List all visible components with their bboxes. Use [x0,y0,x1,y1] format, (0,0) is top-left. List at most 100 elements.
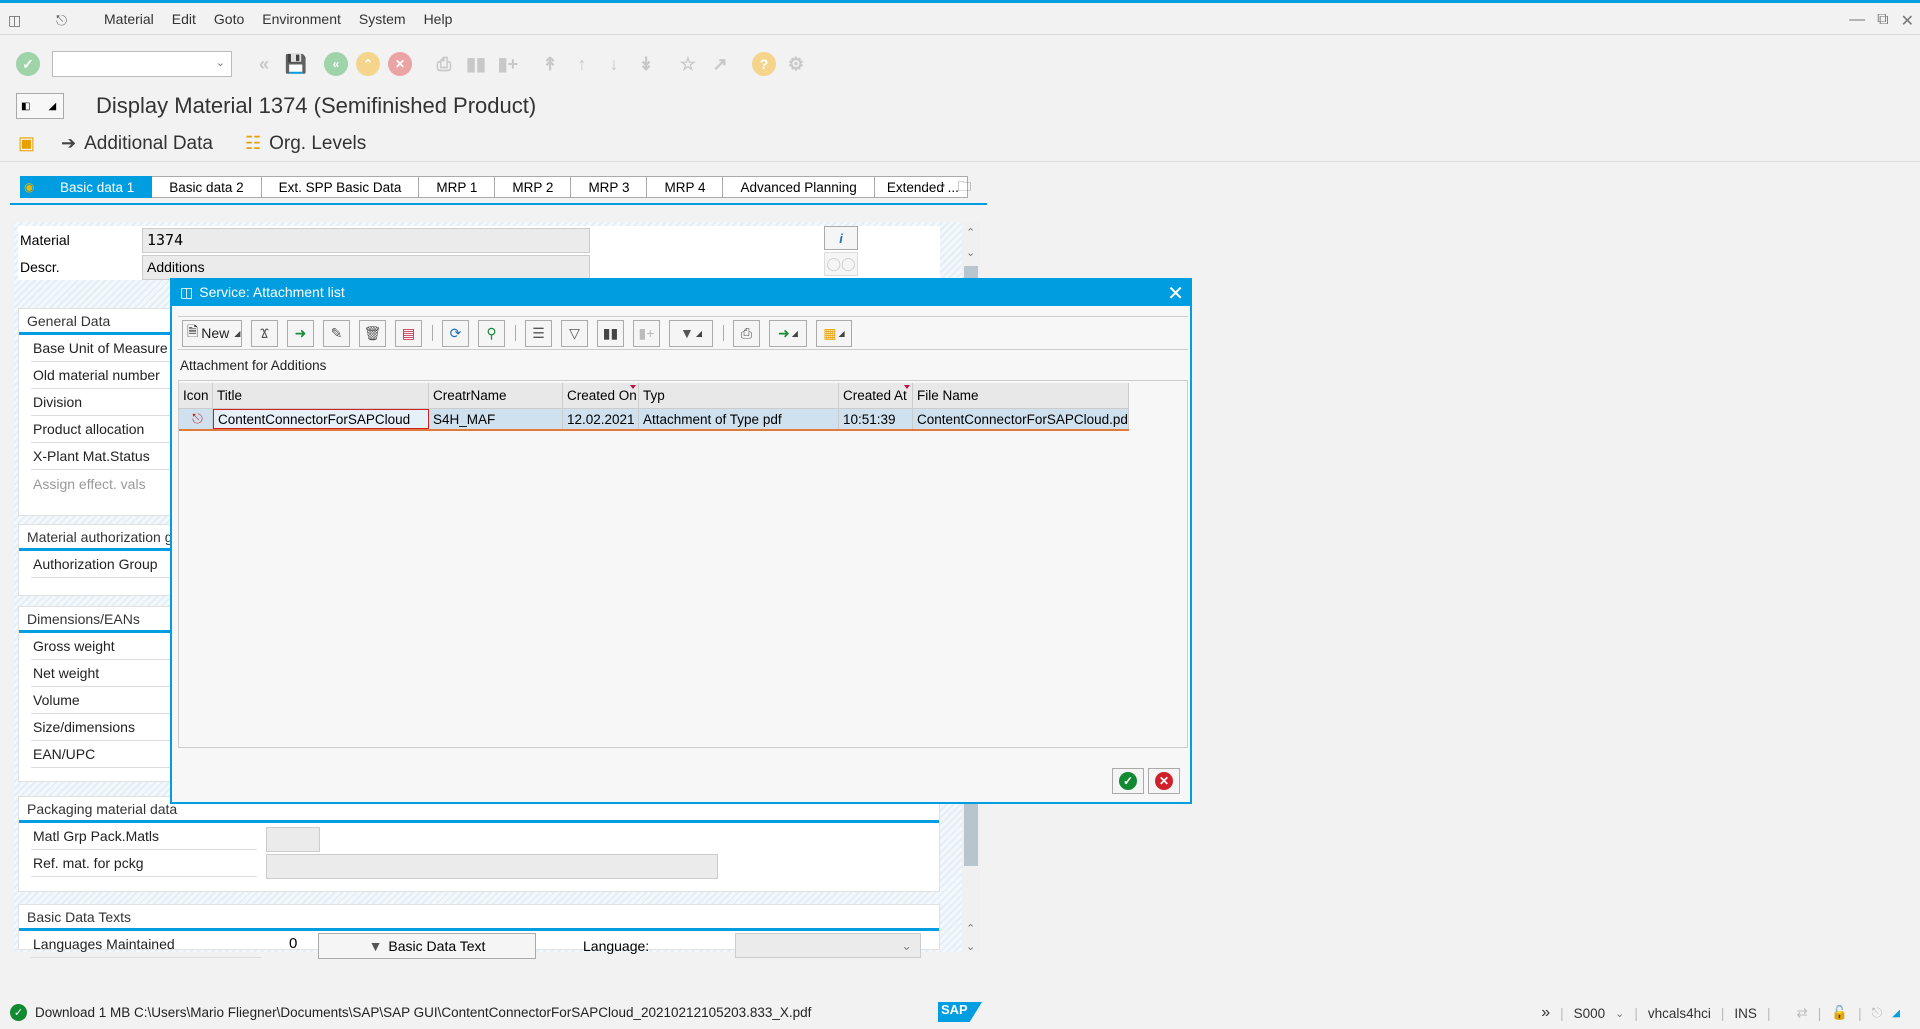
save-icon[interactable]: 💾 [284,52,308,76]
export-button[interactable]: ➜ [287,319,314,347]
last-page-icon[interactable]: ↡ [634,52,658,76]
column-header-title[interactable]: Title [213,383,429,408]
new-session-icon[interactable]: ☆ [676,52,700,76]
created-on-cell[interactable]: 12.02.2021 [563,409,639,429]
cancel-icon[interactable]: ✕ [388,52,412,76]
layout-menu-icon[interactable]: ⎋ [56,12,76,28]
gui-menu-button[interactable]: ◧ ◢ [16,93,64,119]
back-double-icon[interactable]: « [252,52,276,76]
tab-basic-data-1[interactable]: ◉ Basic data 1 [20,176,153,198]
chevron-right-icon[interactable]: › [941,176,946,200]
scroll-up-icon[interactable]: ⌃ [966,226,975,239]
chevron-down-icon[interactable]: ⌄ [1615,1007,1624,1020]
find-icon[interactable]: ▮▮ [464,52,488,76]
settings-gear-icon[interactable]: ⚙ [784,52,808,76]
file-name-cell[interactable]: ContentConnectorForSAPCloud.pdf [913,409,1129,429]
close-icon[interactable]: ✕ [1167,281,1184,306]
material-field[interactable]: 1374 [142,227,590,253]
minimize-icon[interactable]: — [1849,11,1865,31]
export-menu-button[interactable]: ➜ ◢ [769,319,807,347]
exit-icon[interactable]: ⌃ [356,52,380,76]
column-header-file-name[interactable]: File Name [913,383,1129,408]
back-icon[interactable]: « [324,52,348,76]
matl-grp-pack-field[interactable] [266,827,320,852]
menu-help[interactable]: Help [424,11,453,27]
tab-ext-spp-basic-data[interactable]: Ext. SPP Basic Data [261,176,420,198]
close-window-icon[interactable]: ✕ [1901,11,1914,31]
column-header-creator[interactable]: CreatrName [429,383,563,408]
basic-data-text-button[interactable]: ▼ Basic Data Text [318,933,536,959]
other-material-button[interactable]: ▣ [18,133,43,154]
column-header-type[interactable]: Typ [639,383,839,408]
restore-icon[interactable]: ⧉ [1877,11,1888,31]
cancel-button[interactable]: ✕ [1148,768,1180,794]
title-cell[interactable]: ContentConnectorForSAPCloud [213,409,429,429]
confirm-button[interactable]: ✓ [1112,768,1144,794]
shortcut-icon[interactable]: ↗ [708,52,732,76]
description-field[interactable]: Additions [142,254,590,280]
new-button[interactable]: 🗎 New ◢ [182,319,242,347]
display-button[interactable]: Ϫ [251,319,278,347]
find-next-icon[interactable]: ▮+ [496,52,520,76]
basic-data-texts-section: Basic Data Texts Languages Maintained 0 … [18,904,940,959]
attributes-button[interactable]: ▤ [395,319,422,347]
print-button[interactable]: ⎙ [733,319,760,347]
scroll-down-icon[interactable]: ⌄ [966,246,975,259]
menu-material[interactable]: Material [104,11,154,27]
chevron-down-icon[interactable]: ⌄ [216,56,225,69]
sort-descending-button[interactable]: ▽ [561,319,588,347]
next-page-icon[interactable]: ↓ [602,52,626,76]
scroll-down-icon-bottom[interactable]: ⌄ [966,940,975,953]
glasses-icon[interactable]: ◯◯ [824,252,858,276]
find-button[interactable]: ▮▮ [597,319,624,347]
menu-edit[interactable]: Edit [172,11,196,27]
column-header-icon[interactable]: Icon [179,383,213,408]
system-id[interactable]: S000 [1574,1006,1606,1021]
tab-list-icon[interactable]: 🗀 [957,176,971,200]
expand-status-icon[interactable]: » [1541,1004,1550,1022]
column-header-created-at[interactable]: Created At [839,383,913,408]
resize-grip-icon[interactable]: ◢ [1892,1008,1900,1019]
scroll-up-icon-bottom[interactable]: ⌃ [966,922,975,935]
ref-mat-pckg-field[interactable] [266,854,718,879]
tab-mrp-1[interactable]: MRP 1 [419,176,496,198]
layout-button[interactable]: ▦ ◢ [816,319,852,347]
tab-mrp-2[interactable]: MRP 2 [495,176,572,198]
tab-basic-data-2[interactable]: Basic data 2 [152,176,262,198]
chevron-left-icon[interactable]: ‹ [924,176,929,200]
menu-system[interactable]: System [359,11,406,27]
previous-page-icon[interactable]: ↑ [570,52,594,76]
dialog-menu-icon[interactable]: ◫ [180,284,193,301]
input-mode[interactable]: INS [1734,1006,1757,1021]
print-icon[interactable]: ⎙ [432,52,456,76]
details-view-button[interactable]: ⚲ [478,319,505,347]
delete-button[interactable]: 🗑 [359,319,386,347]
type-cell[interactable]: Attachment of Type pdf [639,409,839,429]
tab-mrp-3[interactable]: MRP 3 [571,176,648,198]
status-message[interactable]: Download 1 MB C:\Users\Mario Fliegner\Do… [35,1005,811,1020]
command-field[interactable]: ⌄ [52,51,232,77]
menu-goto[interactable]: Goto [214,11,244,27]
layout-icon[interactable]: ⎋ [1872,1005,1883,1021]
refresh-button[interactable]: ⟳ [442,319,469,347]
first-page-icon[interactable]: ↟ [538,52,562,76]
system-menu-icon[interactable]: ◫ [8,12,28,28]
sort-ascending-button[interactable]: ☰ [525,319,552,347]
column-header-created-on[interactable]: Created On [563,383,639,408]
lock-icon[interactable]: 🔓 [1831,1005,1848,1021]
info-icon[interactable]: i [824,226,858,250]
filter-button[interactable]: ▼ ◢ [669,319,713,347]
org-levels-button[interactable]: ☷ Org. Levels [245,133,366,155]
language-select[interactable]: ⌄ [735,933,921,958]
help-icon[interactable]: ? [752,52,776,76]
menu-environment[interactable]: Environment [262,11,341,27]
tab-mrp-4[interactable]: MRP 4 [647,176,724,198]
creator-cell[interactable]: S4H_MAF [429,409,563,429]
table-row[interactable]: ⎋ ContentConnectorForSAPCloud S4H_MAF 12… [179,409,1129,431]
edit-button[interactable]: ✎ [323,319,350,347]
tab-advanced-planning[interactable]: Advanced Planning [723,176,875,198]
additional-data-button[interactable]: ➔ Additional Data [61,133,213,155]
created-at-cell[interactable]: 10:51:39 [839,409,913,429]
find-next-button[interactable]: ▮+ [633,319,660,347]
enter-icon[interactable]: ✓ [16,52,40,76]
